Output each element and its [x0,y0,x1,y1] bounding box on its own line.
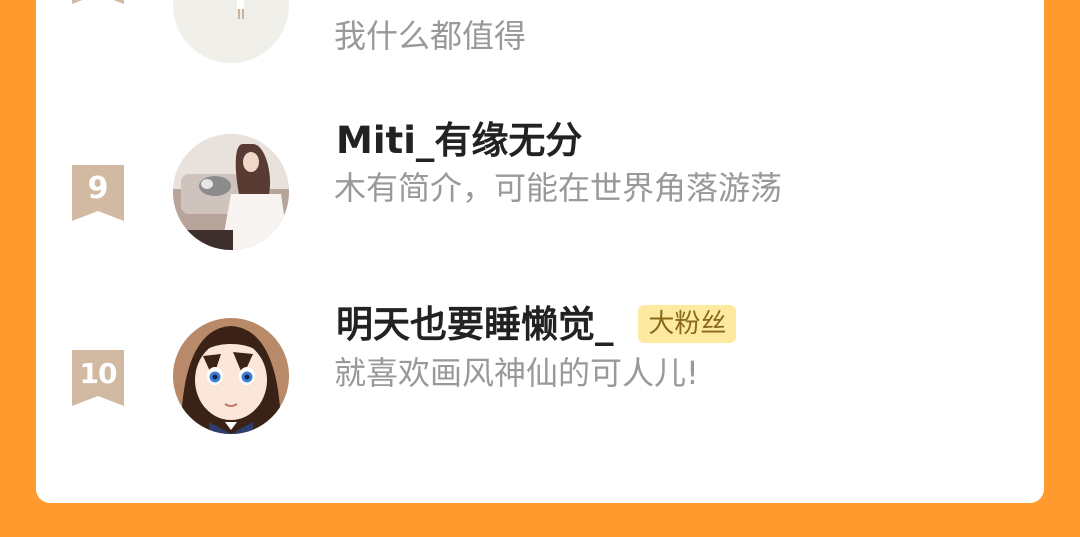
user-name[interactable]: 明天也要睡懒觉_ 大粉丝 [336,303,737,347]
rank-badge: 9 [72,165,124,221]
user-avatar[interactable] [173,134,289,250]
ribbon-badge-icon [72,0,124,4]
rank-number: 9 [87,171,109,206]
ranking-row-9[interactable]: 9 Miti_有缘无分 木有简介，可能在世界角落游荡 [36,119,1044,250]
rank-number: 10 [79,357,118,390]
user-avatar[interactable] [173,318,289,434]
fan-ranking-page: 8 我什 [0,0,1080,537]
beach-photo-avatar-icon [173,0,289,63]
rank-badge: 8 [72,0,124,4]
ranking-row-8[interactable]: 8 我什 [36,0,1044,90]
user-name[interactable]: Miti_有缘无分 [336,119,582,163]
user-bio: 就喜欢画风神仙的可人儿! [334,354,699,392]
user-name-text: Miti_有缘无分 [336,119,583,162]
user-name-text: 明天也要睡懒觉_ [336,303,614,346]
fan-badge-tag: 大粉丝 [638,304,737,343]
ranking-card: 8 我什 [36,0,1044,503]
fan-badge-text: 大粉丝 [648,308,727,339]
ranking-row-10[interactable]: 10 明天也要睡懒觉_ 大粉丝 就喜欢画风神仙的可人儿! [36,303,1044,435]
user-bio: 木有简介，可能在世界角落游荡 [334,169,783,207]
sofa-photo-avatar-icon [173,134,289,250]
rank-badge: 10 [72,350,124,406]
user-avatar[interactable] [173,0,289,63]
anime-girl-avatar-icon [173,318,289,434]
user-bio: 我什么都值得 [334,17,527,55]
